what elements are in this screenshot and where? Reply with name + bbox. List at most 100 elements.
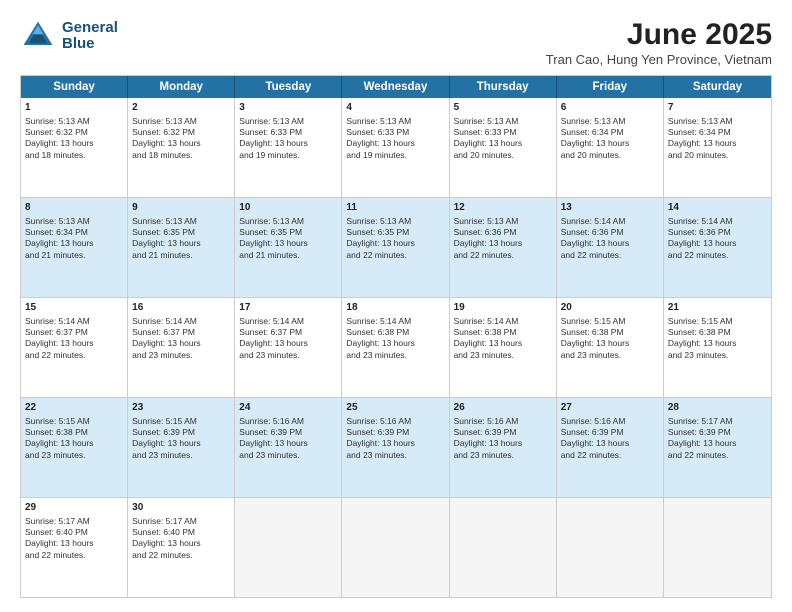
logo-text: General Blue [62, 20, 118, 53]
day-number: 11 [346, 201, 444, 215]
day-number: 20 [561, 301, 659, 315]
day-number: 7 [668, 101, 767, 115]
calendar-day-6: 6Sunrise: 5:13 AM Sunset: 6:34 PM Daylig… [557, 98, 664, 197]
day-info: Sunrise: 5:14 AM Sunset: 6:38 PM Dayligh… [454, 316, 523, 360]
main-title: June 2025 [546, 18, 772, 52]
day-number: 16 [132, 301, 230, 315]
day-info: Sunrise: 5:13 AM Sunset: 6:35 PM Dayligh… [346, 216, 415, 260]
calendar-day-13: 13Sunrise: 5:14 AM Sunset: 6:36 PM Dayli… [557, 198, 664, 297]
calendar-row-0: 1 Sunrise: 5:13 AM Sunset: 6:32 PM Daylig… [21, 98, 771, 197]
subtitle: Tran Cao, Hung Yen Province, Vietnam [546, 52, 772, 67]
day-number: 9 [132, 201, 230, 215]
calendar-day-29: 29Sunrise: 5:17 AM Sunset: 6:40 PM Dayli… [21, 498, 128, 597]
calendar-day-4: 4Sunrise: 5:13 AM Sunset: 6:33 PM Daylig… [342, 98, 449, 197]
day-number: 19 [454, 301, 552, 315]
day-number: 18 [346, 301, 444, 315]
day-info: Sunrise: 5:15 AM Sunset: 6:38 PM Dayligh… [561, 316, 630, 360]
day-number: 12 [454, 201, 552, 215]
calendar-day-22: 22Sunrise: 5:15 AM Sunset: 6:38 PM Dayli… [21, 398, 128, 497]
calendar-day-20: 20Sunrise: 5:15 AM Sunset: 6:38 PM Dayli… [557, 298, 664, 397]
day-number: 10 [239, 201, 337, 215]
day-info: Sunrise: 5:14 AM Sunset: 6:37 PM Dayligh… [25, 316, 94, 360]
calendar-empty-cell [450, 498, 557, 597]
day-info: Sunrise: 5:13 AM Sunset: 6:33 PM Dayligh… [346, 116, 415, 160]
logo-line1: General [62, 20, 118, 37]
day-info: Sunrise: 5:13 AM Sunset: 6:34 PM Dayligh… [668, 116, 737, 160]
day-number: 30 [132, 501, 230, 515]
logo-line2: Blue [62, 36, 118, 53]
calendar-day-8: 8Sunrise: 5:13 AM Sunset: 6:34 PM Daylig… [21, 198, 128, 297]
day-info: Sunrise: 5:14 AM Sunset: 6:36 PM Dayligh… [561, 216, 630, 260]
weekday-header-friday: Friday [557, 76, 664, 98]
calendar: SundayMondayTuesdayWednesdayThursdayFrid… [20, 75, 772, 598]
day-number: 13 [561, 201, 659, 215]
calendar-day-14: 14Sunrise: 5:14 AM Sunset: 6:36 PM Dayli… [664, 198, 771, 297]
day-info: Sunrise: 5:14 AM Sunset: 6:37 PM Dayligh… [132, 316, 201, 360]
day-info: Sunrise: 5:15 AM Sunset: 6:39 PM Dayligh… [132, 416, 201, 460]
day-info: Sunrise: 5:14 AM Sunset: 6:36 PM Dayligh… [668, 216, 737, 260]
day-number: 25 [346, 401, 444, 415]
header: General Blue June 2025 Tran Cao, Hung Ye… [20, 18, 772, 67]
calendar-empty-cell [235, 498, 342, 597]
calendar-empty-cell [664, 498, 771, 597]
day-number: 26 [454, 401, 552, 415]
day-number: 21 [668, 301, 767, 315]
day-info: Sunrise: 5:13 AM Sunset: 6:32 PM Dayligh… [132, 116, 201, 160]
calendar-body: 1 Sunrise: 5:13 AM Sunset: 6:32 PM Daylig… [21, 98, 771, 597]
day-info: Sunrise: 5:16 AM Sunset: 6:39 PM Dayligh… [239, 416, 308, 460]
calendar-day-17: 17Sunrise: 5:14 AM Sunset: 6:37 PM Dayli… [235, 298, 342, 397]
day-number: 23 [132, 401, 230, 415]
day-number: 17 [239, 301, 337, 315]
day-number: 4 [346, 101, 444, 115]
day-info: Sunrise: 5:13 AM Sunset: 6:33 PM Dayligh… [454, 116, 523, 160]
day-info: Sunrise: 5:14 AM Sunset: 6:38 PM Dayligh… [346, 316, 415, 360]
calendar-empty-cell [342, 498, 449, 597]
calendar-day-27: 27Sunrise: 5:16 AM Sunset: 6:39 PM Dayli… [557, 398, 664, 497]
calendar-day-10: 10Sunrise: 5:13 AM Sunset: 6:35 PM Dayli… [235, 198, 342, 297]
calendar-day-11: 11Sunrise: 5:13 AM Sunset: 6:35 PM Dayli… [342, 198, 449, 297]
calendar-day-30: 30Sunrise: 5:17 AM Sunset: 6:40 PM Dayli… [128, 498, 235, 597]
weekday-header-wednesday: Wednesday [342, 76, 449, 98]
calendar-header: SundayMondayTuesdayWednesdayThursdayFrid… [21, 76, 771, 98]
calendar-day-2: 2Sunrise: 5:13 AM Sunset: 6:32 PM Daylig… [128, 98, 235, 197]
calendar-day-5: 5Sunrise: 5:13 AM Sunset: 6:33 PM Daylig… [450, 98, 557, 197]
weekday-header-saturday: Saturday [664, 76, 771, 98]
logo-icon [20, 18, 56, 54]
day-info: Sunrise: 5:13 AM Sunset: 6:33 PM Dayligh… [239, 116, 308, 160]
day-number: 1 [25, 101, 123, 115]
day-info: Sunrise: 5:13 AM Sunset: 6:35 PM Dayligh… [132, 216, 201, 260]
day-number: 14 [668, 201, 767, 215]
day-number: 27 [561, 401, 659, 415]
calendar-day-28: 28Sunrise: 5:17 AM Sunset: 6:39 PM Dayli… [664, 398, 771, 497]
page: General Blue June 2025 Tran Cao, Hung Ye… [0, 0, 792, 612]
calendar-empty-cell [557, 498, 664, 597]
day-number: 3 [239, 101, 337, 115]
day-info: Sunrise: 5:17 AM Sunset: 6:40 PM Dayligh… [132, 516, 201, 560]
day-info: Sunrise: 5:16 AM Sunset: 6:39 PM Dayligh… [561, 416, 630, 460]
day-info: Sunrise: 5:13 AM Sunset: 6:36 PM Dayligh… [454, 216, 523, 260]
calendar-day-7: 7Sunrise: 5:13 AM Sunset: 6:34 PM Daylig… [664, 98, 771, 197]
calendar-day-21: 21Sunrise: 5:15 AM Sunset: 6:38 PM Dayli… [664, 298, 771, 397]
calendar-row-3: 22Sunrise: 5:15 AM Sunset: 6:38 PM Dayli… [21, 397, 771, 497]
day-info: Sunrise: 5:13 AM Sunset: 6:34 PM Dayligh… [25, 216, 94, 260]
title-block: June 2025 Tran Cao, Hung Yen Province, V… [546, 18, 772, 67]
weekday-header-monday: Monday [128, 76, 235, 98]
day-number: 5 [454, 101, 552, 115]
calendar-day-19: 19Sunrise: 5:14 AM Sunset: 6:38 PM Dayli… [450, 298, 557, 397]
calendar-day-12: 12Sunrise: 5:13 AM Sunset: 6:36 PM Dayli… [450, 198, 557, 297]
day-number: 22 [25, 401, 123, 415]
calendar-row-4: 29 Sunrise: 5:17 AM Sunset: 6:40 PM Dayli… [21, 497, 771, 597]
logo: General Blue [20, 18, 118, 54]
weekday-header-thursday: Thursday [450, 76, 557, 98]
day-info: Sunrise: 5:16 AM Sunset: 6:39 PM Dayligh… [346, 416, 415, 460]
day-info: Sunrise: 5:15 AM Sunset: 6:38 PM Dayligh… [25, 416, 94, 460]
calendar-row-2: 15Sunrise: 5:14 AM Sunset: 6:37 PM Dayli… [21, 297, 771, 397]
day-info: Sunrise: 5:16 AM Sunset: 6:39 PM Dayligh… [454, 416, 523, 460]
day-number: 24 [239, 401, 337, 415]
day-number: 6 [561, 101, 659, 115]
day-info: Sunrise: 5:17 AM Sunset: 6:39 PM Dayligh… [668, 416, 737, 460]
day-number: 29 [25, 501, 123, 515]
day-info: Sunrise: 5:15 AM Sunset: 6:38 PM Dayligh… [668, 316, 737, 360]
calendar-day-9: 9Sunrise: 5:13 AM Sunset: 6:35 PM Daylig… [128, 198, 235, 297]
day-info: Sunrise: 5:13 AM Sunset: 6:34 PM Dayligh… [561, 116, 630, 160]
